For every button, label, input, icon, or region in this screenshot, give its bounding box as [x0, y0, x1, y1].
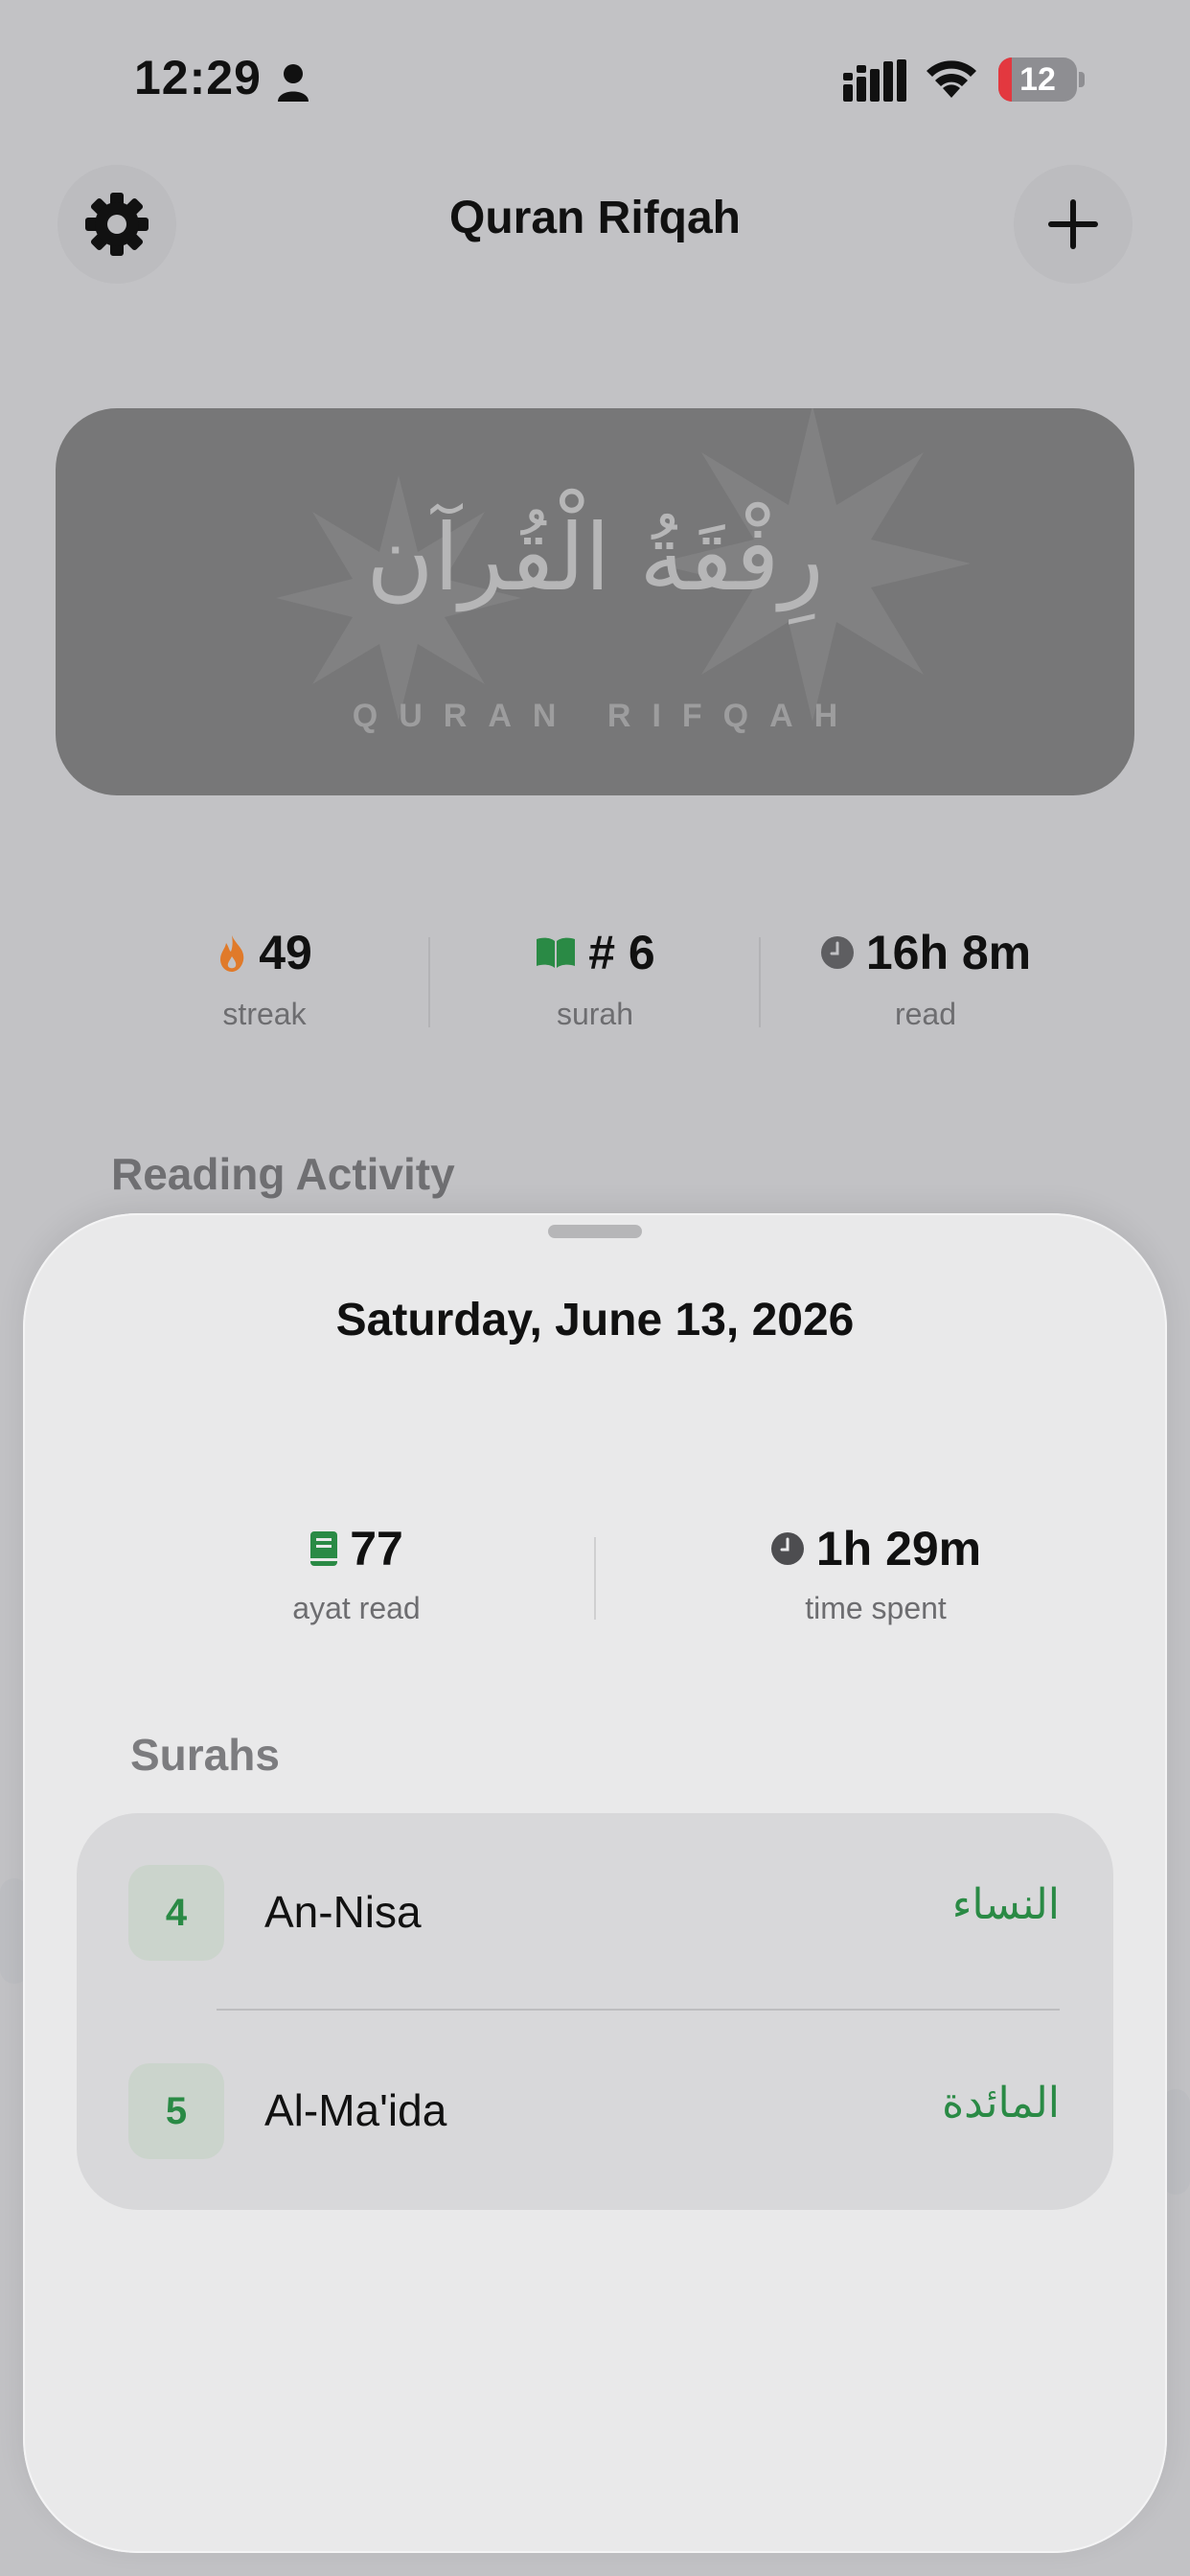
- cellular-signal-icon: [843, 59, 906, 102]
- flame-icon: [220, 935, 244, 972]
- stat-ayat-read: 77 ayat read: [117, 1518, 596, 1626]
- stat-surah-label: surah: [556, 997, 634, 1031]
- stat-read-label: read: [894, 997, 957, 1031]
- surah-list: 4 An-Nisa النساء 5 Al-Ma'ida المائدة: [77, 1813, 1113, 2210]
- stat-surah: # 6 surah: [430, 922, 760, 1032]
- surahs-section-title: Surahs: [130, 1730, 280, 1780]
- stat-time-label: time spent: [805, 1591, 947, 1625]
- battery-indicator: 12: [998, 58, 1085, 102]
- stat-read-value: 16h 8m: [865, 926, 1032, 979]
- surah-arabic-name: المائدة: [942, 2079, 1060, 2128]
- clock-icon: [820, 936, 854, 969]
- surah-number: 5: [128, 2063, 224, 2159]
- stat-ayat-label: ayat read: [292, 1591, 421, 1625]
- hero-latin-title: QURAN RIFQAH: [352, 698, 859, 734]
- day-detail-sheet[interactable]: Saturday, June 13, 2026 77 ayat read 1h …: [23, 1213, 1167, 2553]
- surah-row[interactable]: 5 Al-Ma'ida المائدة: [77, 2012, 1113, 2210]
- stat-ayat-value: 77: [350, 1522, 403, 1576]
- list-divider: [217, 2009, 1060, 2011]
- stat-streak: 49 streak: [100, 922, 429, 1032]
- clock-icon: [770, 1532, 804, 1565]
- status-time: 12:29: [134, 51, 262, 104]
- hero-arabic-title: رِفْقَةُ الْقُرآن: [366, 504, 824, 611]
- stat-streak-value: 49: [259, 926, 312, 979]
- surah-name: Al-Ma'ida: [264, 2085, 447, 2135]
- reading-activity-title: Reading Activity: [111, 1149, 455, 1199]
- stat-time-value: 1h 29m: [815, 1522, 982, 1576]
- surah-number: 4: [128, 1865, 224, 1961]
- battery-level: 12: [1019, 61, 1056, 98]
- stat-divider: [594, 1537, 596, 1620]
- hero-banner: رِفْقَةُ الْقُرآن QURAN RIFQAH: [56, 408, 1134, 795]
- book-icon: [310, 1531, 338, 1566]
- surah-row[interactable]: 4 An-Nisa النساء: [77, 1813, 1113, 2012]
- open-book-icon: [537, 937, 576, 968]
- person-icon: [278, 64, 309, 102]
- status-bar: 12:29 12: [0, 0, 1190, 163]
- stat-read: 16h 8m read: [761, 922, 1090, 1032]
- app-title: Quran Rifqah: [448, 193, 741, 243]
- sheet-drag-handle[interactable]: [548, 1225, 642, 1238]
- stat-streak-label: streak: [222, 997, 307, 1031]
- stat-surah-value: # 6: [588, 926, 655, 979]
- plus-icon: [1048, 199, 1098, 249]
- wifi-icon: [927, 60, 976, 98]
- surah-arabic-name: النساء: [951, 1880, 1060, 1929]
- surah-name: An-Nisa: [264, 1887, 422, 1937]
- stat-time-spent: 1h 29m time spent: [636, 1518, 1115, 1626]
- add-button[interactable]: [1014, 165, 1133, 284]
- sheet-date: Saturday, June 13, 2026: [335, 1295, 855, 1346]
